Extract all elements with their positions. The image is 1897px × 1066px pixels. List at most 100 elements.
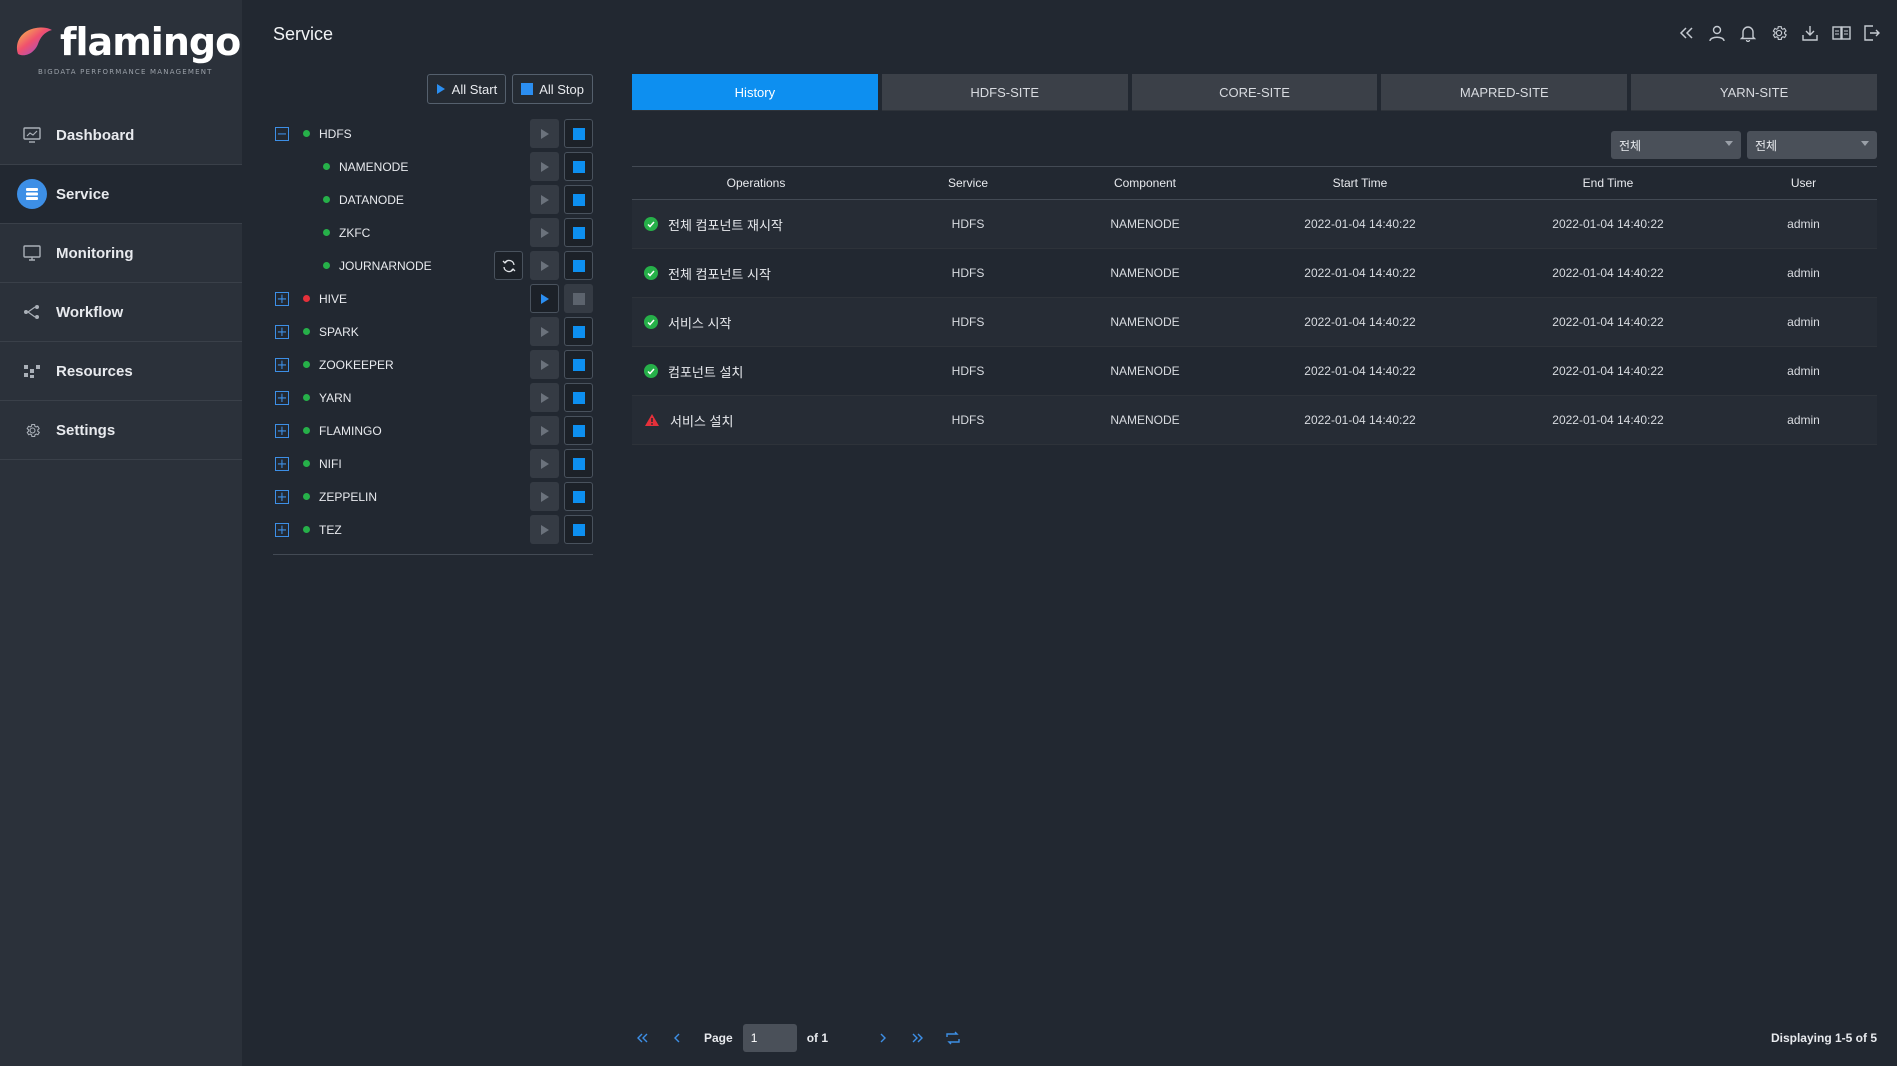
operation-text: 서비스 설치 bbox=[670, 413, 734, 429]
stop-button[interactable] bbox=[564, 284, 593, 313]
tree-service-row[interactable]: − HDFS bbox=[273, 117, 593, 150]
gear-icon bbox=[22, 420, 42, 440]
stop-button[interactable] bbox=[564, 218, 593, 247]
tree-service-row[interactable]: + TEZ bbox=[273, 513, 593, 546]
sidebar-item-resources[interactable]: Resources bbox=[0, 342, 242, 401]
next-page-icon[interactable] bbox=[873, 1028, 893, 1048]
tree-component-row[interactable]: NAMENODE bbox=[273, 150, 593, 183]
tree-service-row[interactable]: + YARN bbox=[273, 381, 593, 414]
table-row[interactable]: 컴포넌트 설치 HDFS NAMENODE 2022-01-04 14:40:22 20… bbox=[632, 347, 1877, 396]
start-button[interactable] bbox=[530, 383, 559, 412]
filter-select-1[interactable]: 전체 bbox=[1611, 131, 1741, 159]
tree-service-row[interactable]: + HIVE bbox=[273, 282, 593, 315]
flamingo-logo-icon bbox=[16, 27, 52, 56]
expand-toggle-icon[interactable]: + bbox=[275, 291, 289, 306]
user-icon[interactable] bbox=[1706, 22, 1728, 44]
table-row[interactable]: 서비스 시작 HDFS NAMENODE 2022-01-04 14:40:22 202… bbox=[632, 298, 1877, 347]
tree-component-row[interactable]: ZKFC bbox=[273, 216, 593, 249]
tree-service-row[interactable]: + ZOOKEEPER bbox=[273, 348, 593, 381]
gear-icon[interactable] bbox=[1768, 22, 1790, 44]
collapse-icon[interactable] bbox=[1675, 22, 1697, 44]
stop-button[interactable] bbox=[564, 383, 593, 412]
start-button[interactable] bbox=[530, 251, 559, 280]
tree-component-row[interactable]: DATANODE bbox=[273, 183, 593, 216]
stop-button[interactable] bbox=[564, 185, 593, 214]
column-header[interactable]: Component bbox=[1056, 176, 1234, 190]
stop-button[interactable] bbox=[564, 152, 593, 181]
start-button[interactable] bbox=[530, 416, 559, 445]
stop-button[interactable] bbox=[564, 251, 593, 280]
all-start-button[interactable]: All Start bbox=[426, 74, 507, 104]
start-button[interactable] bbox=[530, 482, 559, 511]
start-button[interactable] bbox=[530, 218, 559, 247]
expand-toggle-icon[interactable]: + bbox=[275, 423, 289, 438]
table-row[interactable]: 전체 컴포넌트 재시작 HDFS NAMENODE 2022-01-04 14:40:… bbox=[632, 200, 1877, 249]
stop-button[interactable] bbox=[564, 317, 593, 346]
tree-component-row[interactable]: JOURNARNODE bbox=[273, 249, 593, 282]
tree-service-row[interactable]: + FLAMINGO bbox=[273, 414, 593, 447]
start-button[interactable] bbox=[530, 449, 559, 478]
expand-toggle-icon[interactable]: + bbox=[275, 357, 289, 372]
tab-history[interactable]: History bbox=[632, 74, 878, 111]
tab-mapred-site[interactable]: MAPRED-SITE bbox=[1381, 74, 1628, 111]
success-check-icon bbox=[644, 364, 658, 378]
start-button[interactable] bbox=[530, 152, 559, 181]
stop-button[interactable] bbox=[564, 482, 593, 511]
expand-toggle-icon[interactable]: + bbox=[275, 390, 289, 405]
column-header[interactable]: Operations bbox=[632, 176, 880, 190]
start-button[interactable] bbox=[530, 515, 559, 544]
collapse-toggle-icon[interactable]: − bbox=[275, 126, 289, 141]
sidebar-item-monitoring[interactable]: Monitoring bbox=[0, 224, 242, 283]
start-button[interactable] bbox=[530, 284, 559, 313]
service-name: HDFS bbox=[319, 126, 352, 141]
column-header[interactable]: Start Time bbox=[1234, 176, 1486, 190]
logout-icon[interactable] bbox=[1861, 22, 1883, 44]
stop-button[interactable] bbox=[564, 515, 593, 544]
start-button[interactable] bbox=[530, 119, 559, 148]
brand-logo[interactable]: flamingo BIGDATA PERFORMANCE MANAGEMENT bbox=[14, 20, 241, 82]
sidebar-item-service[interactable]: Service bbox=[0, 165, 242, 224]
expand-toggle-icon[interactable]: + bbox=[275, 522, 289, 537]
last-page-icon[interactable] bbox=[908, 1028, 928, 1048]
start-button[interactable] bbox=[530, 350, 559, 379]
prev-page-icon[interactable] bbox=[667, 1028, 687, 1048]
sidebar-item-workflow[interactable]: Workflow bbox=[0, 283, 242, 342]
filter-select-2[interactable]: 전체 bbox=[1747, 131, 1877, 159]
bell-icon[interactable] bbox=[1737, 22, 1759, 44]
start-button[interactable] bbox=[530, 317, 559, 346]
all-stop-button[interactable]: All Stop bbox=[512, 74, 593, 104]
column-header[interactable]: User bbox=[1730, 176, 1877, 190]
tab-yarn-site[interactable]: YARN-SITE bbox=[1631, 74, 1877, 111]
column-header[interactable]: End Time bbox=[1486, 176, 1730, 190]
tree-service-row[interactable]: + SPARK bbox=[273, 315, 593, 348]
page-number-input[interactable] bbox=[742, 1024, 797, 1052]
refresh-icon[interactable] bbox=[943, 1028, 963, 1048]
sidebar-item-dashboard[interactable]: Dashboard bbox=[0, 106, 242, 165]
start-cell: 2022-01-04 14:40:22 bbox=[1304, 413, 1416, 427]
tree-service-row[interactable]: + NIFI bbox=[273, 447, 593, 480]
monitor-chart-icon bbox=[22, 125, 42, 145]
row-controls bbox=[530, 317, 593, 346]
table-row[interactable]: 서비스 설치 HDFS NAMENODE 2022-01-04 14:40:22 202… bbox=[632, 396, 1877, 445]
column-header[interactable]: Service bbox=[880, 176, 1056, 190]
table-row[interactable]: 전체 컴포넌트 시작 HDFS NAMENODE 2022-01-04 14:40:2… bbox=[632, 249, 1877, 298]
stop-button[interactable] bbox=[564, 119, 593, 148]
component-name: DATANODE bbox=[339, 192, 404, 207]
first-page-icon[interactable] bbox=[632, 1028, 652, 1048]
play-icon bbox=[540, 293, 550, 305]
refresh-button[interactable] bbox=[494, 251, 523, 280]
start-button[interactable] bbox=[530, 185, 559, 214]
tab-core-site[interactable]: CORE-SITE bbox=[1131, 74, 1378, 111]
sidebar-item-settings[interactable]: Settings bbox=[0, 401, 242, 460]
book-icon[interactable] bbox=[1830, 22, 1852, 44]
stop-button[interactable] bbox=[564, 350, 593, 379]
tab-hdfs-site[interactable]: HDFS-SITE bbox=[881, 74, 1128, 111]
download-icon[interactable] bbox=[1799, 22, 1821, 44]
tree-service-row[interactable]: + ZEPPELIN bbox=[273, 480, 593, 513]
expand-toggle-icon[interactable]: + bbox=[275, 456, 289, 471]
stop-button[interactable] bbox=[564, 416, 593, 445]
stop-button[interactable] bbox=[564, 449, 593, 478]
expand-toggle-icon[interactable]: + bbox=[275, 324, 289, 339]
user-cell: admin bbox=[1787, 266, 1820, 280]
expand-toggle-icon[interactable]: + bbox=[275, 489, 289, 504]
